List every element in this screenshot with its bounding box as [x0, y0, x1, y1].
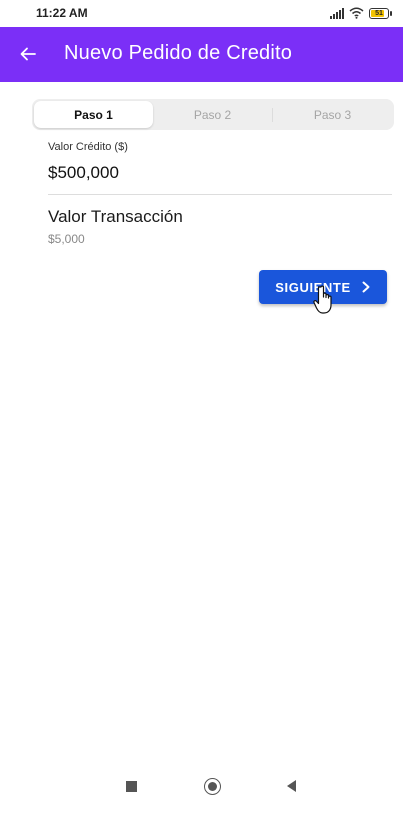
- page-title: Nuevo Pedido de Credito: [64, 42, 293, 64]
- status-time: 11:22 AM: [36, 6, 88, 20]
- transaction-value-label: Valor Transacción: [48, 207, 183, 226]
- chevron-right-icon: [362, 281, 370, 293]
- recents-square-icon[interactable]: [126, 781, 137, 792]
- battery-icon: 51: [369, 7, 392, 19]
- status-bar: 11:22 AM 51: [0, 0, 403, 27]
- credit-value-field[interactable]: $500,000: [48, 163, 119, 183]
- next-button-label: SIGUIENTE: [275, 279, 351, 295]
- app-bar: Nuevo Pedido de Credito: [0, 27, 403, 82]
- system-nav-bar: [0, 760, 403, 818]
- wifi-icon: [349, 7, 364, 19]
- back-triangle-icon[interactable]: [287, 780, 296, 792]
- credit-field-underline: [48, 194, 392, 195]
- tab-paso-1[interactable]: Paso 1: [34, 101, 153, 128]
- status-icons: 51: [330, 5, 392, 21]
- battery-level: 51: [375, 9, 383, 17]
- credit-value-label: Valor Crédito ($): [48, 141, 128, 153]
- signal-icon: [330, 7, 344, 19]
- transaction-value: $5,000: [48, 232, 85, 246]
- tab-paso-2[interactable]: Paso 2: [153, 101, 272, 128]
- arrow-left-icon: [20, 47, 36, 61]
- home-circle-icon[interactable]: [204, 778, 221, 795]
- next-button[interactable]: SIGUIENTE: [259, 270, 387, 304]
- step-tabs: Paso 1 Paso 2 Paso 3: [32, 99, 394, 130]
- back-button[interactable]: [14, 40, 42, 68]
- tab-paso-3[interactable]: Paso 3: [273, 101, 392, 128]
